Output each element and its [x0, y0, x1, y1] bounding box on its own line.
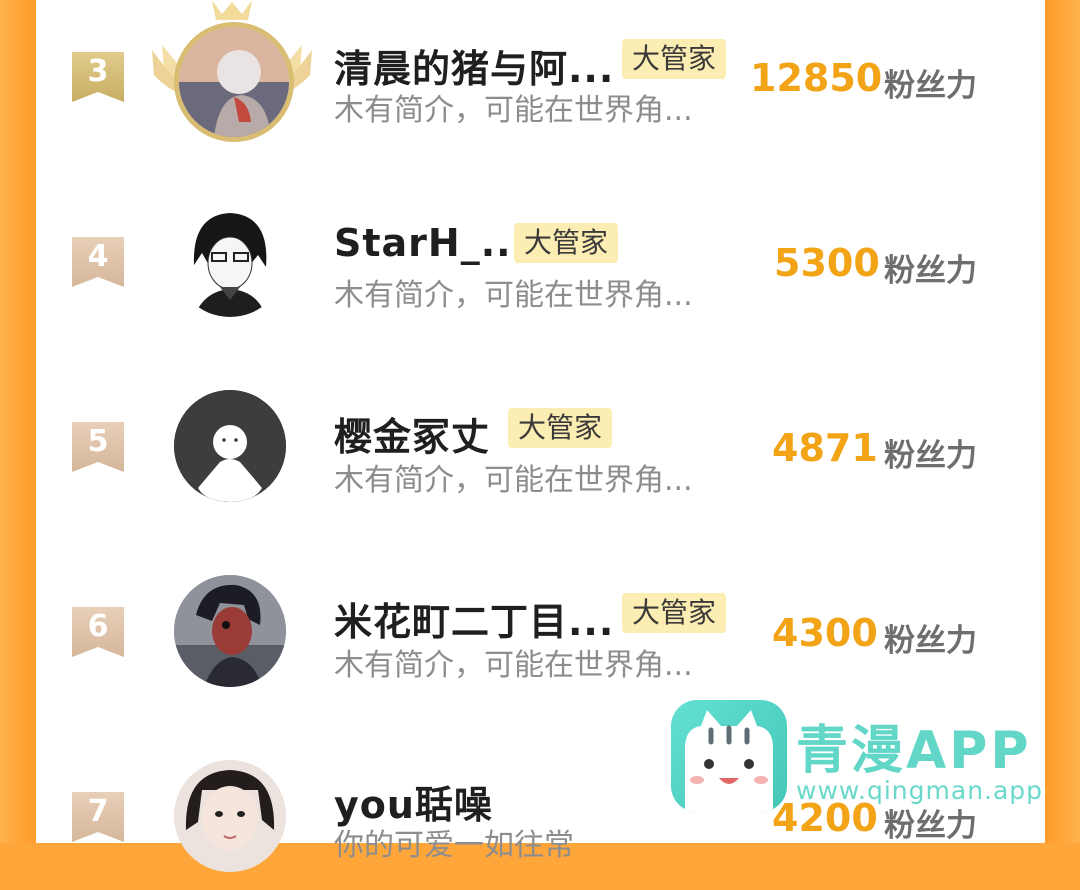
- user-name[interactable]: 米花町二丁目...: [334, 591, 614, 646]
- user-intro: 木有简介，可能在世界角...: [334, 278, 693, 313]
- watermark-title: 青漫APP: [796, 721, 1032, 781]
- fan-score: 4300: [772, 611, 878, 655]
- list-item[interactable]: 6 米花町二丁目... 大管家 木有简介，可能在世界角... 4300 粉丝力: [36, 555, 1045, 705]
- fan-score-unit: 粉丝力: [884, 438, 977, 474]
- rank-ribbon: 4: [72, 237, 124, 287]
- fan-score-unit: 粉丝力: [884, 68, 977, 104]
- fan-score-unit: 粉丝力: [884, 623, 977, 659]
- orange-frame-left: [0, 0, 36, 843]
- user-name[interactable]: StarH_...: [334, 221, 527, 265]
- rank-ribbon: 6: [72, 607, 124, 657]
- avatar[interactable]: [174, 22, 294, 142]
- role-badge: 大管家: [514, 223, 619, 263]
- role-badge: 大管家: [508, 408, 613, 448]
- avatar[interactable]: [174, 390, 286, 502]
- fan-score-unit: 粉丝力: [884, 808, 977, 844]
- fan-score: 5300: [774, 241, 880, 285]
- fan-score-unit: 粉丝力: [884, 253, 977, 289]
- avatar[interactable]: [174, 760, 286, 872]
- fan-score: 4871: [772, 426, 878, 470]
- role-badge: 大管家: [622, 39, 727, 79]
- qingman-app-logo-icon: [671, 700, 787, 812]
- orange-frame-right: [1045, 0, 1080, 843]
- fan-score: 12850: [750, 56, 883, 100]
- list-item[interactable]: 3 清晨的猪与阿... 大管家 木有简介，可能在世界角... 12850 粉丝力: [36, 0, 1045, 150]
- rank-ribbon: 7: [72, 792, 124, 842]
- user-intro: 木有简介，可能在世界角...: [334, 463, 693, 498]
- list-item[interactable]: 4 StarH_... 大管家 木有简介，可能在世界角... 5300 粉丝力: [36, 185, 1045, 335]
- user-name[interactable]: 樱金冢丈: [334, 406, 490, 461]
- user-intro: 木有简介，可能在世界角...: [334, 648, 693, 683]
- watermark-url: www.qingman.app: [796, 776, 1044, 805]
- user-intro: 木有简介，可能在世界角...: [334, 93, 693, 128]
- rank-ribbon: 5: [72, 422, 124, 472]
- list-item[interactable]: 5 樱金冢丈 大管家 木有简介，可能在世界角... 4871 粉丝力: [36, 370, 1045, 520]
- user-intro: 你的可爱一如往常: [334, 828, 574, 863]
- avatar[interactable]: [174, 205, 286, 317]
- role-badge: 大管家: [622, 593, 727, 633]
- avatar[interactable]: [174, 575, 286, 687]
- rank-ribbon: 3: [72, 52, 124, 102]
